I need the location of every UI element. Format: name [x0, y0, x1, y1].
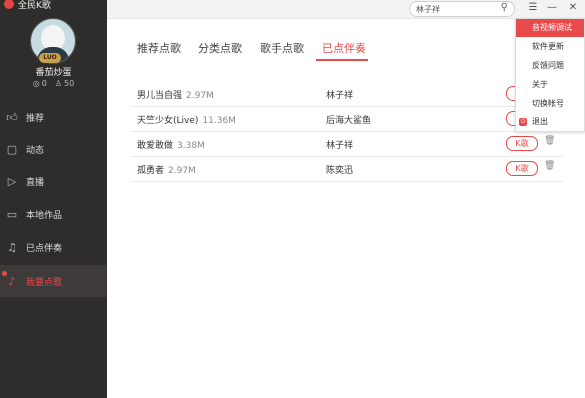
sidebar-item-recommend[interactable]: 👍︎ 推荐 [0, 101, 107, 133]
tab-category[interactable]: 分类点歌 [198, 40, 242, 56]
song-row[interactable]: 男儿当自强2.97M 林子祥 K歌 🗑︎ [131, 82, 563, 107]
song-title-text: 敢爱敢做 [137, 141, 174, 151]
sidebar-item-label: 直播 [26, 177, 45, 188]
song-size: 2.97M [168, 166, 196, 176]
monitor-icon: ▭ [6, 207, 18, 221]
song-size: 3.38M [177, 141, 205, 151]
user-icon: ♙ [54, 79, 63, 88]
song-row[interactable]: 敢爱敢做 3.38M 林子祥 K歌 🗑︎ [131, 132, 563, 157]
username[interactable]: 番茄炒蛋 [0, 65, 107, 78]
close-icon[interactable]: ✕ [566, 1, 580, 15]
song-row[interactable]: 孤勇者 2.97M 陈奕迅 K歌 🗑︎ [131, 157, 563, 182]
stat-fans-value: 50 [64, 79, 75, 88]
song-title-text: 孤勇者 [137, 166, 165, 176]
song-title: 孤勇者 2.97M [137, 163, 196, 176]
song-artist: 林子祥 [326, 141, 354, 151]
stat-fans[interactable]: ♙ 50 [55, 79, 74, 88]
song-list: 男儿当自强2.97M 林子祥 K歌 🗑︎ 天竺少女(Live)11.36M 后海… [131, 82, 563, 182]
song-artist: 陈奕迅 [326, 166, 354, 176]
song-title: 天竺少女(Live) 11.36M [137, 113, 236, 126]
eye-icon: ◎ [32, 79, 40, 88]
sidebar-item-queued[interactable]: ♫ 已点伴奏 [0, 231, 107, 263]
sidebar-item-local-works[interactable]: ▭ 本地作品 [0, 198, 107, 230]
minimize-icon[interactable]: — [545, 1, 559, 15]
sing-button[interactable]: K歌 [506, 161, 538, 176]
sidebar-item-label: 已点伴奏 [26, 243, 63, 254]
menu-item-exit-label: 退出 [532, 117, 548, 126]
app-title-text: 全民K歌 [18, 0, 51, 11]
tv-icon: ▷ [7, 174, 17, 188]
song-artist: 后海大鲨鱼 [326, 116, 372, 126]
active-tab-indicator [316, 59, 368, 61]
sidebar: 全民K歌 LUO 番茄炒蛋 ◎ 0 ♙ 50 👍︎ 推荐 ▢ 动态 ▷ 直播 ▭ 本… [0, 0, 107, 398]
level-badge: LUO [39, 53, 61, 63]
app-title: 全民K歌 [4, 0, 51, 11]
sidebar-item-label: 推荐 [26, 113, 45, 124]
list-icon: ♫ [7, 240, 17, 254]
sidebar-item-label: 动态 [26, 145, 45, 156]
delete-icon[interactable]: 🗑︎ [544, 136, 555, 146]
mic-icon: ♪ [8, 274, 16, 288]
song-title: 男儿当自强 2.97M [137, 88, 214, 101]
menu-item-about[interactable]: 关于 [516, 76, 584, 94]
sidebar-item-label: 我要点歌 [26, 277, 63, 288]
sidebar-item-live[interactable]: ▷ 直播 [0, 165, 107, 197]
song-size: 2.97M [186, 91, 214, 101]
song-row[interactable]: 天竺少女(Live)11.36M 后海大鲨鱼 K歌 🗑︎ [131, 107, 563, 132]
sidebar-item-request-song[interactable]: ♪ 我要点歌 [0, 265, 107, 297]
delete-icon[interactable]: 🗑︎ [544, 161, 555, 171]
profile-stats: ◎ 0 ♙ 50 [0, 79, 107, 88]
menu-item-switch-account[interactable]: 切换帐号 [516, 95, 584, 113]
song-title-text: 天竺少女(Live) [137, 116, 199, 126]
song-title-text: 男儿当自强 [137, 91, 183, 101]
menu-item-update[interactable]: 软件更新 [516, 38, 584, 56]
tab-queued[interactable]: 已点伴奏 [322, 40, 366, 56]
sidebar-item-feed[interactable]: ▢ 动态 [0, 133, 107, 165]
sing-button[interactable]: K歌 [506, 136, 538, 151]
song-artist: 林子祥 [326, 91, 354, 101]
stat-followers-value: 0 [41, 79, 47, 88]
song-size: 11.36M [202, 116, 236, 126]
chat-icon: ▢ [6, 142, 18, 156]
notification-dot [2, 271, 7, 276]
app-logo-icon [4, 0, 14, 9]
stat-followers[interactable]: ◎ 0 [33, 79, 47, 88]
tab-singer[interactable]: 歌手点歌 [260, 40, 304, 56]
menu-icon[interactable]: ☰ [526, 1, 540, 15]
thumb-icon: 👍︎ [6, 110, 18, 124]
search-icon[interactable]: ⚲ [501, 2, 508, 13]
menu-item-feedback[interactable]: 反馈问题 [516, 57, 584, 75]
sidebar-item-label: 本地作品 [26, 210, 63, 221]
search-box[interactable]: ⚲ [409, 1, 515, 17]
tab-recommend[interactable]: 推荐点歌 [137, 40, 181, 56]
menu-item-av-debug[interactable]: 音视频调试 [516, 19, 584, 37]
song-title: 敢爱敢做 3.38M [137, 138, 205, 151]
search-input[interactable] [416, 3, 492, 15]
settings-dropdown-menu: 音视频调试 软件更新 反馈问题 关于 切换帐号 ⏻ 退出 [515, 18, 585, 132]
menu-item-exit[interactable]: ⏻ 退出 [516, 113, 584, 131]
exit-icon: ⏻ [519, 118, 527, 126]
